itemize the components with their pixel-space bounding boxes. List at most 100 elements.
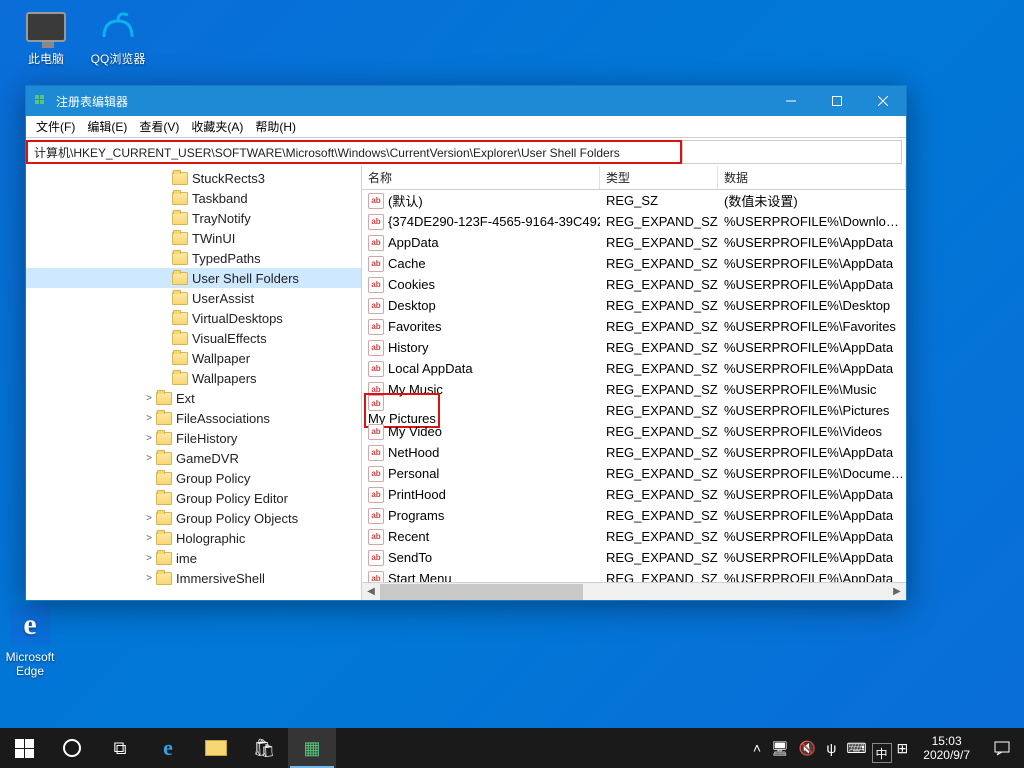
tree-label: Group Policy bbox=[176, 471, 250, 486]
desktop-icon-edge[interactable]: Microsoft Edge bbox=[0, 604, 66, 678]
taskbar-store[interactable]: 🛍 bbox=[240, 728, 288, 768]
list-body[interactable]: (默认)REG_SZ(数值未设置){374DE290-123F-4565-916… bbox=[362, 190, 906, 582]
tray-clock[interactable]: 15:03 2020/9/7 bbox=[913, 728, 980, 768]
folder-icon bbox=[156, 492, 172, 505]
desktop-icon-qq[interactable]: QQ浏览器 bbox=[82, 6, 154, 66]
tray-keyboard-icon[interactable]: ⌨ bbox=[841, 728, 871, 768]
value-row[interactable]: {374DE290-123F-4565-9164-39C4925…REG_EXP… bbox=[362, 211, 906, 232]
menu-fav[interactable]: 收藏夹(A) bbox=[185, 116, 249, 137]
menu-file[interactable]: 文件(F) bbox=[30, 116, 81, 137]
value-row[interactable]: PersonalREG_EXPAND_SZ%USERPROFILE%\Docum… bbox=[362, 463, 906, 484]
tree-node[interactable]: >Group Policy Objects bbox=[26, 508, 361, 528]
value-row[interactable]: (默认)REG_SZ(数值未设置) bbox=[362, 190, 906, 211]
scroll-left-icon[interactable]: ◀ bbox=[362, 584, 380, 600]
tree-node[interactable]: ›TWinUI bbox=[26, 228, 361, 248]
expand-icon[interactable]: > bbox=[142, 553, 156, 564]
value-row[interactable]: AppDataREG_EXPAND_SZ%USERPROFILE%\AppDat… bbox=[362, 232, 906, 253]
expand-icon[interactable]: > bbox=[142, 453, 156, 464]
tree-node[interactable]: ›StuckRects3 bbox=[26, 168, 361, 188]
start-button[interactable] bbox=[0, 728, 48, 768]
tray-volume-icon[interactable]: 🔇 bbox=[794, 728, 821, 768]
tree-node[interactable]: ›TrayNotify bbox=[26, 208, 361, 228]
value-row[interactable]: FavoritesREG_EXPAND_SZ%USERPROFILE%\Favo… bbox=[362, 316, 906, 337]
tray-usb-icon[interactable]: ψ bbox=[821, 728, 841, 768]
tree-node[interactable]: >Holographic bbox=[26, 528, 361, 548]
tree-node[interactable]: ›UserAssist bbox=[26, 288, 361, 308]
string-icon bbox=[368, 277, 384, 293]
tree-node[interactable]: ›VisualEffects bbox=[26, 328, 361, 348]
expand-icon[interactable]: > bbox=[142, 413, 156, 424]
tree-node[interactable]: >FileHistory bbox=[26, 428, 361, 448]
maximize-button[interactable] bbox=[814, 86, 860, 116]
tray-ime[interactable]: 中 bbox=[872, 743, 892, 763]
tree-node[interactable]: ›Wallpaper bbox=[26, 348, 361, 368]
value-row[interactable]: PrintHoodREG_EXPAND_SZ%USERPROFILE%\AppD… bbox=[362, 484, 906, 505]
menu-edit[interactable]: 编辑(E) bbox=[81, 116, 133, 137]
tree-node[interactable]: ›User Shell Folders bbox=[26, 268, 361, 288]
value-row[interactable]: RecentREG_EXPAND_SZ%USERPROFILE%\AppData bbox=[362, 526, 906, 547]
tree-node[interactable]: >GameDVR bbox=[26, 448, 361, 468]
string-icon bbox=[368, 395, 384, 411]
expand-icon[interactable]: > bbox=[142, 393, 156, 404]
tree-panel[interactable]: ›StuckRects3›Taskband›TrayNotify›TWinUI›… bbox=[26, 166, 362, 600]
value-row[interactable]: Start MenuREG_EXPAND_SZ%USERPROFILE%\App… bbox=[362, 568, 906, 582]
value-type: REG_EXPAND_SZ bbox=[600, 445, 718, 460]
tree-node[interactable]: >Ext bbox=[26, 388, 361, 408]
expand-icon[interactable]: > bbox=[142, 573, 156, 584]
value-row[interactable]: NetHoodREG_EXPAND_SZ%USERPROFILE%\AppDat… bbox=[362, 442, 906, 463]
expand-icon[interactable]: > bbox=[142, 433, 156, 444]
tree-node[interactable]: ›Wallpapers bbox=[26, 368, 361, 388]
list-header[interactable]: 名称 类型 数据 bbox=[362, 166, 906, 190]
taskview-button[interactable]: ⧉ bbox=[96, 728, 144, 768]
value-type: REG_EXPAND_SZ bbox=[600, 340, 718, 355]
address-bar-tail[interactable] bbox=[682, 140, 902, 164]
tree-node[interactable]: ›Taskband bbox=[26, 188, 361, 208]
tray-ime-icon[interactable]: ⊞ bbox=[892, 728, 914, 768]
tray-network-icon[interactable]: 🖥 bbox=[766, 728, 794, 768]
value-row[interactable]: HistoryREG_EXPAND_SZ%USERPROFILE%\AppDat… bbox=[362, 337, 906, 358]
col-data[interactable]: 数据 bbox=[718, 166, 906, 189]
desktop-icon-this-pc[interactable]: 此电脑 bbox=[10, 6, 82, 66]
tree-node[interactable]: >FileAssociations bbox=[26, 408, 361, 428]
value-row[interactable]: ProgramsREG_EXPAND_SZ%USERPROFILE%\AppDa… bbox=[362, 505, 906, 526]
value-type: REG_EXPAND_SZ bbox=[600, 403, 718, 418]
value-name: Desktop bbox=[362, 298, 600, 314]
value-row[interactable]: My VideoREG_EXPAND_SZ%USERPROFILE%\Video… bbox=[362, 421, 906, 442]
value-row[interactable]: My PicturesREG_EXPAND_SZ%USERPROFILE%\Pi… bbox=[362, 400, 906, 421]
value-data: %USERPROFILE%\AppData bbox=[718, 445, 906, 460]
tray-notifications-icon[interactable] bbox=[980, 728, 1024, 768]
value-row[interactable]: DesktopREG_EXPAND_SZ%USERPROFILE%\Deskto… bbox=[362, 295, 906, 316]
value-row[interactable]: CookiesREG_EXPAND_SZ%USERPROFILE%\AppDat… bbox=[362, 274, 906, 295]
taskbar-explorer[interactable] bbox=[192, 728, 240, 768]
string-icon bbox=[368, 445, 384, 461]
col-name[interactable]: 名称 bbox=[362, 166, 600, 189]
col-type[interactable]: 类型 bbox=[600, 166, 718, 189]
taskbar-regedit[interactable]: ▦ bbox=[288, 728, 336, 768]
menu-view[interactable]: 查看(V) bbox=[133, 116, 185, 137]
address-bar[interactable]: 计算机\HKEY_CURRENT_USER\SOFTWARE\Microsoft… bbox=[26, 140, 682, 164]
tree-node[interactable]: ›Group Policy Editor bbox=[26, 488, 361, 508]
value-row[interactable]: CacheREG_EXPAND_SZ%USERPROFILE%\AppData bbox=[362, 253, 906, 274]
close-button[interactable] bbox=[860, 86, 906, 116]
taskbar-edge[interactable]: e bbox=[144, 728, 192, 768]
search-button[interactable] bbox=[48, 728, 96, 768]
tray-up-icon[interactable]: ˄ bbox=[748, 728, 766, 768]
titlebar[interactable]: 注册表编辑器 bbox=[26, 86, 906, 116]
folder-icon bbox=[172, 272, 188, 285]
tree-node[interactable]: ›VirtualDesktops bbox=[26, 308, 361, 328]
taskbar: ⧉ e 🛍 ▦ ˄ 🖥 🔇 ψ ⌨ 中 ⊞ 15:03 2020/9/7 bbox=[0, 728, 1024, 768]
value-row[interactable]: SendToREG_EXPAND_SZ%USERPROFILE%\AppData bbox=[362, 547, 906, 568]
tree-node[interactable]: ›TypedPaths bbox=[26, 248, 361, 268]
tree-node[interactable]: >ImmersiveShell bbox=[26, 568, 361, 588]
hscrollbar[interactable]: ◀ ▶ bbox=[362, 582, 906, 600]
scroll-thumb[interactable] bbox=[380, 584, 583, 600]
menu-help[interactable]: 帮助(H) bbox=[249, 116, 302, 137]
tree-node[interactable]: >ime bbox=[26, 548, 361, 568]
expand-icon[interactable]: > bbox=[142, 513, 156, 524]
value-row[interactable]: Local AppDataREG_EXPAND_SZ%USERPROFILE%\… bbox=[362, 358, 906, 379]
scroll-right-icon[interactable]: ▶ bbox=[888, 584, 906, 600]
folder-icon bbox=[172, 172, 188, 185]
tree-node[interactable]: ›Group Policy bbox=[26, 468, 361, 488]
minimize-button[interactable] bbox=[768, 86, 814, 116]
expand-icon[interactable]: > bbox=[142, 533, 156, 544]
